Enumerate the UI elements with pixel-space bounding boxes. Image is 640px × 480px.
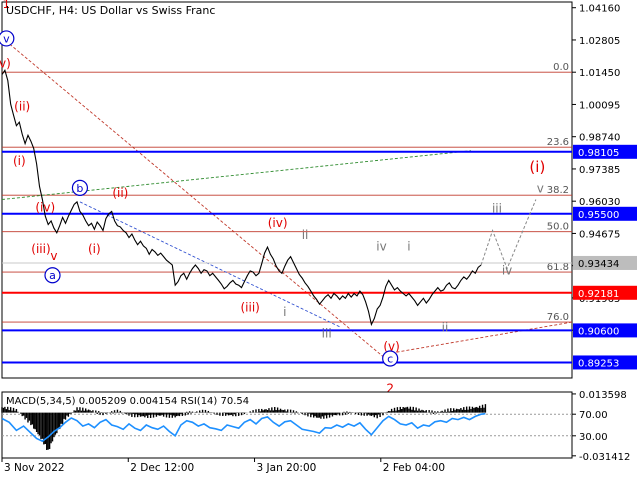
fib-level-label: 76.0 (547, 312, 569, 323)
x-tick-label: 2 Feb 04:00 (383, 462, 445, 474)
wave-label: (i) (13, 154, 26, 168)
wave-label: 2 (386, 381, 394, 395)
y-tick-label: 1.00095 (579, 100, 620, 111)
level-price-label: 0.89253 (578, 358, 619, 369)
wave-label: iii (322, 327, 332, 341)
timeframe: H4 (58, 4, 75, 17)
wave-label: (iv) (35, 200, 55, 214)
indicator-tick-label: 30.00 (579, 432, 608, 443)
wave-label: a (49, 269, 56, 282)
y-tick-label: 1.02805 (579, 36, 620, 47)
fib-level-label: 50.0 (547, 222, 569, 233)
wave-label: (iv) (268, 216, 288, 230)
wave-label: v (3, 32, 10, 45)
wave-label: c (387, 353, 393, 366)
chart-title: USDCHF, H4: US Dollar vs Swiss Franc (6, 4, 216, 17)
chart-canvas: 1.04160 1.02805 1.01450 1.00095 0.98740 0.973… (0, 0, 640, 480)
indicator-tick-label: 70.00 (579, 410, 608, 421)
level-price-label: 0.90600 (578, 326, 619, 337)
y-tick-label: 0.94675 (579, 229, 620, 240)
wave-label: ii (302, 228, 309, 242)
x-tick-label: 3 Jan 20:00 (257, 462, 317, 474)
fib-level-label: 0.0 (553, 62, 569, 73)
wave-label: ii (442, 321, 449, 335)
y-tick-label: 1.04160 (579, 4, 620, 15)
x-tick-label: 3 Nov 2022 (4, 462, 65, 474)
wave-label: (iii) (31, 242, 50, 256)
wave-label: (i) (529, 158, 545, 176)
wave-label: iii (492, 202, 502, 216)
symbol: USDCHF (6, 4, 52, 17)
symbol-description: US Dollar vs Swiss Franc (81, 4, 216, 17)
wave-label: (ii) (112, 186, 128, 200)
y-tick-label: 1.01450 (579, 68, 620, 79)
fib-level-label: 38.2 (547, 185, 569, 196)
y-tick-label: 0.98740 (579, 133, 620, 144)
wave-label: v) (0, 56, 11, 70)
indicator-tick-label: 0.013598 (579, 390, 627, 401)
wave-label: (i) (88, 242, 101, 256)
level-price-label: 0.93434 (578, 259, 619, 270)
wave-label: v (537, 181, 544, 195)
wave-label: b (76, 182, 83, 195)
level-price-label: 0.98105 (578, 148, 619, 159)
wave-label: v (50, 249, 57, 263)
wave-label: (ii) (14, 99, 30, 113)
indicator-tick-label: -0.031412 (579, 452, 630, 463)
indicator-label: MACD(5,34,5) 0.005209 0.004154 RSI(14) 7… (6, 396, 250, 407)
wave-label: i (407, 240, 410, 254)
level-price-label: 0.95500 (578, 210, 619, 221)
wave-label: iv (376, 240, 386, 254)
fib-level-label: 23.6 (547, 137, 569, 148)
wave-label: iv (502, 263, 512, 277)
fib-level-label: 61.8 (547, 262, 569, 273)
y-tick-label: 0.96030 (579, 197, 620, 208)
wave-label: i (283, 305, 286, 319)
wave-label: (iii) (241, 300, 260, 314)
y-tick-label: 0.97385 (579, 165, 620, 176)
x-tick-label: 2 Dec 12:00 (130, 462, 194, 474)
level-price-label: 0.92181 (578, 289, 619, 300)
